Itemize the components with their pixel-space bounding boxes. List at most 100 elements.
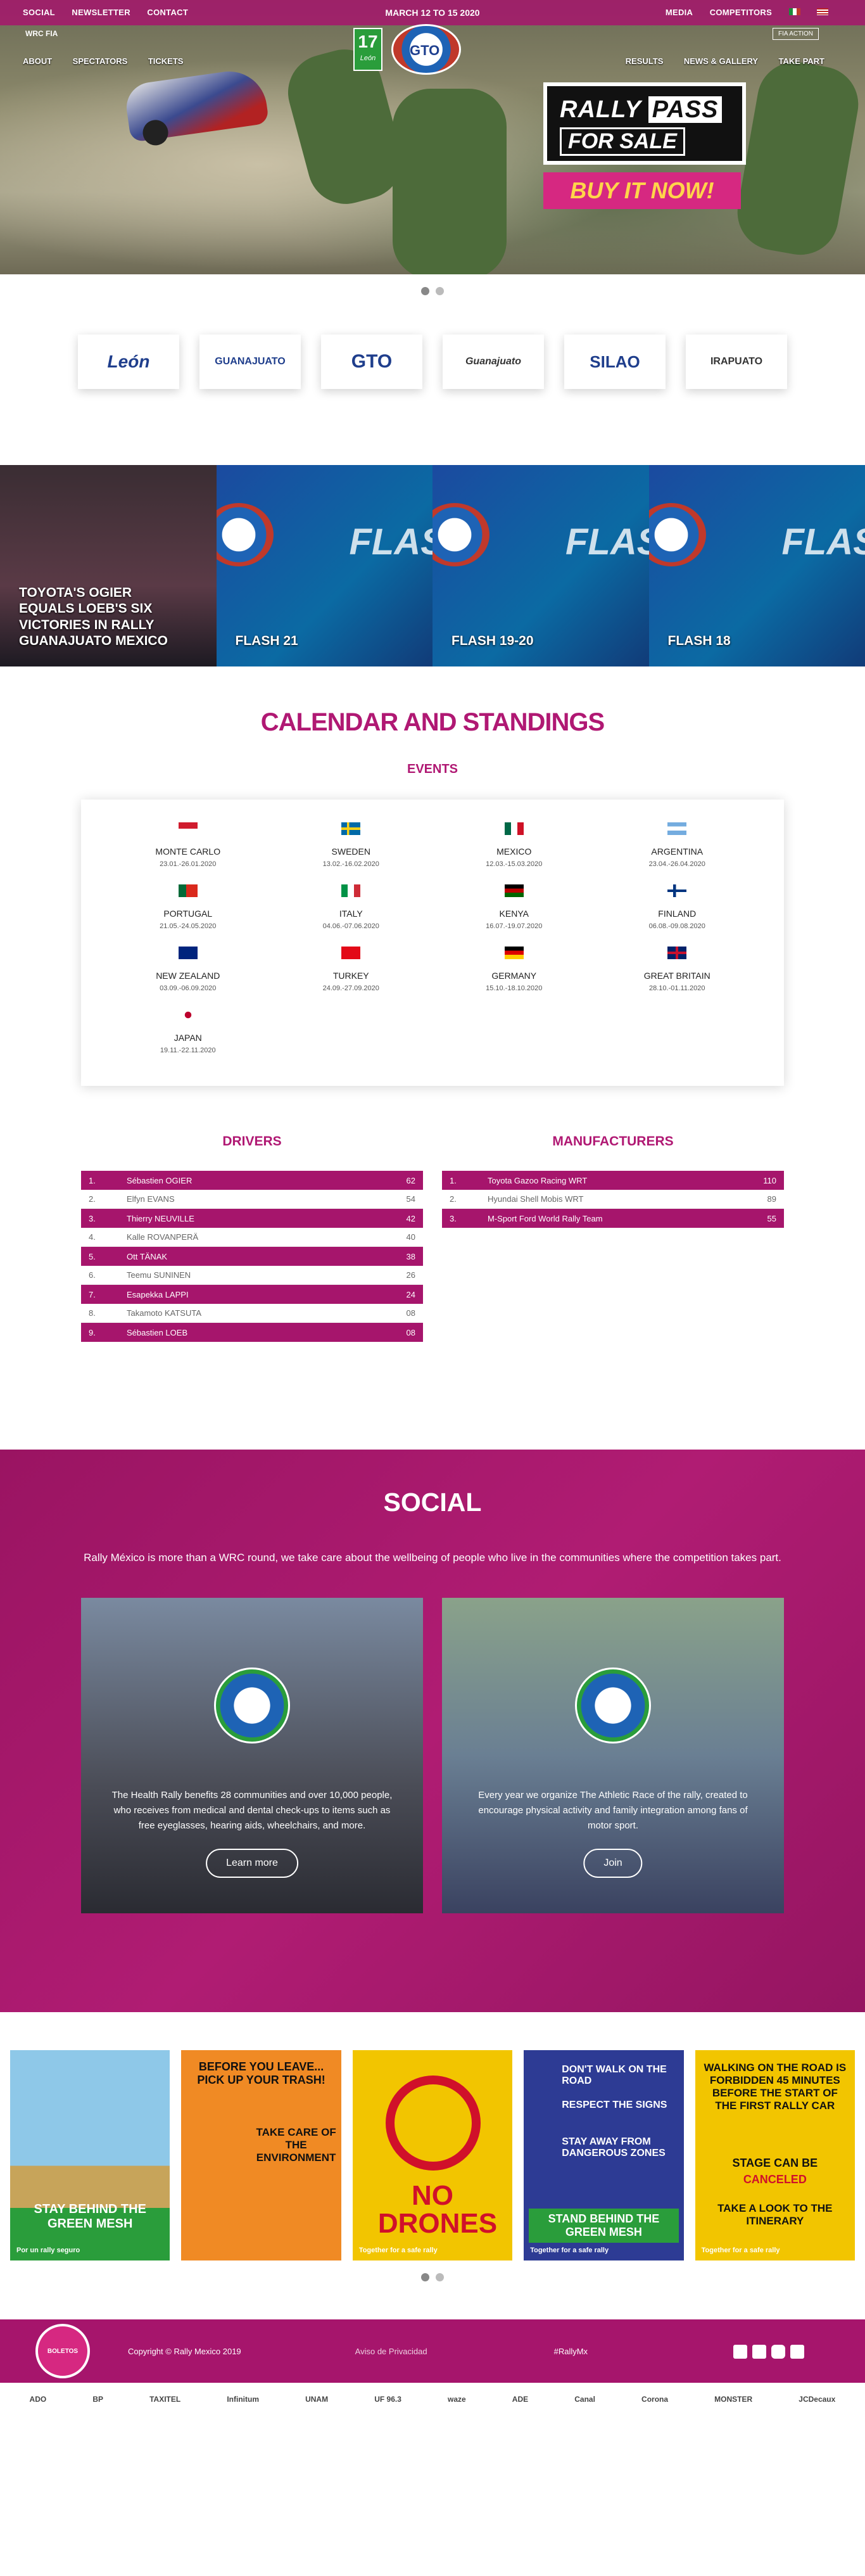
buy-now-button[interactable]: BUY IT NOW!	[543, 172, 741, 209]
event-item[interactable]: ARGENTINA 23.04.-26.04.2020	[596, 822, 759, 868]
event-item[interactable]: SWEDEN 13.02.-16.02.2020	[270, 822, 433, 868]
standing-name: Toyota Gazoo Racing WRT	[488, 1175, 588, 1185]
event-item[interactable]: FINLAND 06.08.-09.08.2020	[596, 884, 759, 930]
event-item[interactable]: GERMANY 15.10.-18.10.2020	[432, 947, 596, 992]
rally-pass-promo[interactable]: RALLY PASS FOR SALE	[543, 82, 746, 165]
twitter-icon[interactable]	[790, 2345, 804, 2359]
sponsor-irapuato[interactable]: IRAPUATO	[686, 335, 787, 389]
instagram-icon[interactable]	[771, 2345, 785, 2359]
carousel-dot[interactable]	[421, 287, 429, 295]
partner-logo[interactable]: UF 96.3	[374, 2395, 401, 2404]
sponsor-gto[interactable]: GTO	[321, 335, 422, 389]
event-item[interactable]: MONTE CARLO 23.01.-26.01.2020	[106, 822, 270, 868]
health-rally-card[interactable]: The Health Rally benefits 28 communities…	[81, 1598, 423, 1914]
standing-position: 9.	[89, 1327, 96, 1337]
manufacturers-title: MANUFACTURERS	[552, 1134, 674, 1149]
event-item[interactable]: NEW ZEALAND 03.09.-06.09.2020	[106, 947, 270, 992]
event-item[interactable]: KENYA 16.07.-19.07.2020	[432, 884, 596, 930]
news-card[interactable]: FLAS FLASH 21	[216, 465, 432, 666]
standing-name: M-Sport Ford World Rally Team	[488, 1213, 603, 1223]
standing-position: 4.	[89, 1232, 96, 1242]
driver-row: 5. Ott TÄNAK 38	[81, 1247, 423, 1266]
news-card[interactable]: FLAS FLASH 19-20	[432, 465, 649, 666]
hero-banner[interactable]: SOCIAL NEWSLETTER CONTACT MARCH 12 TO 15…	[0, 0, 865, 274]
flag-finland-icon	[667, 884, 687, 897]
nav-spectators[interactable]: SPECTATORS	[73, 56, 128, 66]
event-item[interactable]: MEXICO 12.03.-15.03.2020	[432, 822, 596, 868]
sponsor-silao[interactable]: SILAO	[564, 335, 666, 389]
poster-no-drones[interactable]: NO DRONES Together for a safe rally	[352, 2050, 513, 2260]
event-item[interactable]: TURKEY 24.09.-27.09.2020	[270, 947, 433, 992]
standing-name: Takamoto KATSUTA	[127, 1308, 201, 1318]
partner-logo[interactable]: Corona	[641, 2395, 668, 2404]
poster-pick-up-trash[interactable]: BEFORE YOU LEAVE... PICK UP YOUR TRASH! …	[181, 2050, 341, 2260]
events-title: EVENTS	[407, 762, 458, 776]
partner-logo[interactable]: ADE	[512, 2395, 528, 2404]
partner-logo[interactable]: Infinitum	[227, 2395, 259, 2404]
card-text: The Health Rally benefits 28 communities…	[111, 1790, 393, 1832]
standing-points: 55	[767, 1213, 776, 1223]
standing-position: 5.	[89, 1251, 96, 1261]
partner-logo[interactable]: Canal	[574, 2395, 595, 2404]
fia-action-badge: FIA ACTION	[773, 28, 819, 40]
nav-take-part[interactable]: TAKE PART	[779, 56, 824, 66]
join-button[interactable]: Join	[583, 1849, 643, 1878]
poster-road-safety[interactable]: DON'T WALK ON THE ROAD RESPECT THE SIGNS…	[524, 2050, 684, 2260]
driver-row: 4. Kalle ROVANPERÄ 40	[81, 1228, 423, 1247]
flag-kenya-icon	[504, 884, 524, 897]
cactus-shape	[393, 89, 507, 274]
manufacturer-row: 3. M-Sport Ford World Rally Team 55	[442, 1209, 784, 1228]
learn-more-button[interactable]: Learn more	[206, 1849, 298, 1878]
hero-carousel-dots	[0, 287, 865, 295]
standing-points: 40	[406, 1232, 415, 1242]
news-caption: FLASH 18	[667, 633, 731, 648]
athletic-race-card[interactable]: Every year we organize The Athletic Race…	[442, 1598, 784, 1914]
standing-position: 3.	[89, 1213, 96, 1223]
news-card[interactable]: TOYOTA'S OGIER EQUALS LOEB'S SIX VICTORI…	[0, 465, 217, 666]
sponsor-leon[interactable]: León	[78, 335, 179, 389]
poster-road-forbidden[interactable]: WALKING ON THE ROAD IS FORBIDDEN 45 MINU…	[695, 2050, 856, 2260]
carousel-dot[interactable]	[421, 2273, 429, 2281]
sponsor-guanajuato[interactable]: GUANAJUATO	[199, 335, 301, 389]
partner-logo[interactable]: BP	[92, 2395, 103, 2404]
event-item[interactable]: PORTUGAL 21.05.-24.05.2020	[106, 884, 270, 930]
partner-logo[interactable]: ADO	[30, 2395, 47, 2404]
flag-monaco-icon	[178, 822, 198, 835]
flickr-icon[interactable]	[733, 2345, 747, 2359]
social-icons	[733, 2345, 804, 2359]
partner-logos: ADO BP TAXITEL Infinitum UNAM UF 96.3 waze ADE C…	[0, 2383, 865, 2416]
events-grid: MONTE CARLO 23.01.-26.01.2020 SWEDEN 13.02…	[81, 800, 784, 1086]
partner-logo[interactable]: waze	[448, 2395, 466, 2404]
event-item[interactable]: ITALY 04.06.-07.06.2020	[270, 884, 433, 930]
partner-logo[interactable]: MONSTER	[714, 2395, 752, 2404]
privacy-link[interactable]: Aviso de Privacidad	[355, 2347, 427, 2356]
partner-logo[interactable]: TAXITEL	[149, 2395, 180, 2404]
gto-rally-badge-icon	[216, 503, 274, 566]
standing-points: 24	[406, 1289, 415, 1299]
standing-name: Kalle ROVANPERÄ	[127, 1232, 199, 1242]
news-caption: TOYOTA'S OGIER EQUALS LOEB'S SIX VICTORI…	[19, 585, 168, 648]
carousel-dot[interactable]	[436, 2273, 444, 2281]
standing-points: 62	[406, 1175, 415, 1185]
flag-sweden-icon	[341, 822, 361, 835]
poster-green-mesh[interactable]: STAY BEHIND THE GREEN MESH Por un rally …	[10, 2050, 170, 2260]
nav-about[interactable]: ABOUT	[23, 56, 52, 66]
boletos-button[interactable]: BOLETOS	[35, 2324, 90, 2378]
standing-name: Teemu SUNINEN	[127, 1270, 191, 1280]
social-title: SOCIAL	[383, 1488, 482, 1517]
nav-news-gallery[interactable]: NEWS & GALLERY	[684, 56, 758, 66]
sponsor-guanajuato-capital[interactable]: Guanajuato	[443, 335, 544, 389]
carousel-dot[interactable]	[436, 287, 444, 295]
drivers-standings: DRIVERS 1. Sébastien OGIER 62 2. Elfyn EVANS…	[81, 1134, 423, 1342]
wrc-logo[interactable]: WRC FIA	[25, 29, 58, 38]
facebook-icon[interactable]	[752, 2345, 766, 2359]
event-item[interactable]: GREAT BRITAIN 28.10.-01.11.2020	[596, 947, 759, 992]
footer: BOLETOS Copyright © Rally Mexico 2019 Av…	[0, 2319, 865, 2383]
news-card[interactable]: FLAS FLASH 18	[648, 465, 865, 666]
driver-row: 3. Thierry NEUVILLE 42	[81, 1209, 423, 1228]
nav-tickets[interactable]: TICKETS	[148, 56, 184, 66]
event-item[interactable]: JAPAN 19.11.-22.11.2020	[106, 1009, 270, 1054]
nav-results[interactable]: RESULTS	[626, 56, 664, 66]
partner-logo[interactable]: JCDecaux	[799, 2395, 835, 2404]
partner-logo[interactable]: UNAM	[305, 2395, 328, 2404]
